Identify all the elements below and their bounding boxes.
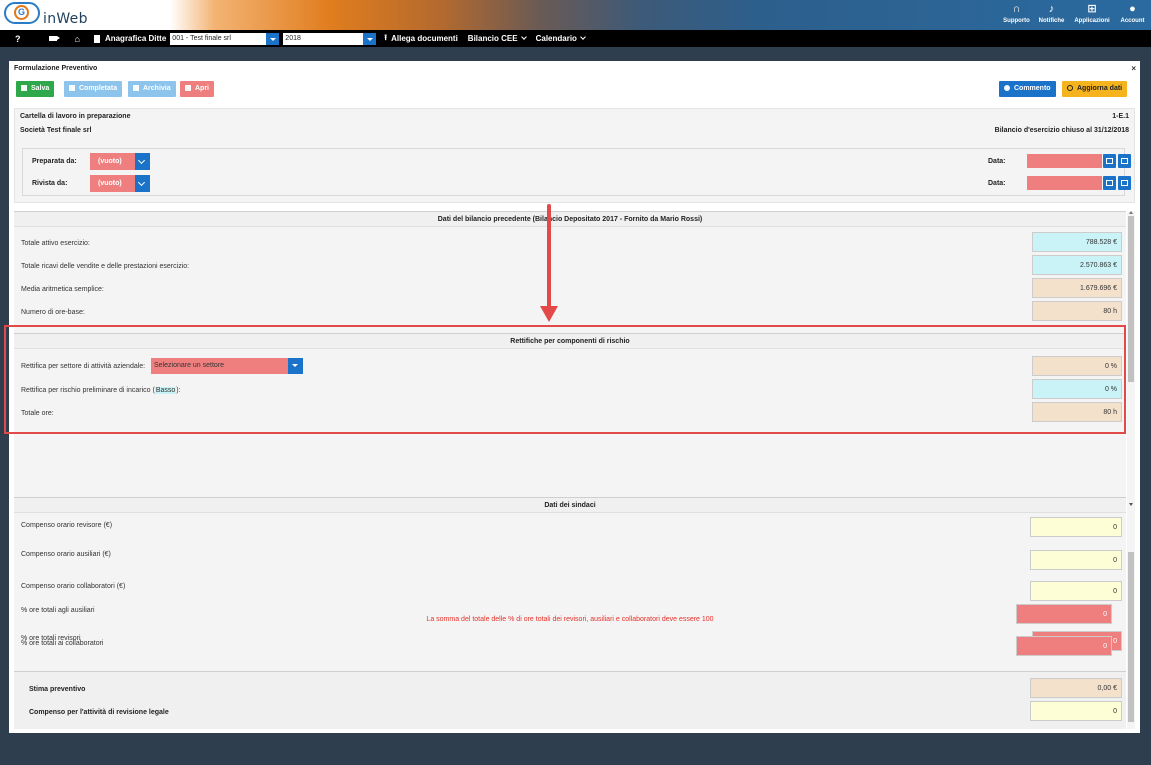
scroll-up-icon[interactable] <box>1129 211 1133 214</box>
row-label: % ore totali agli ausiliari <box>21 607 95 614</box>
totale-attivo-value: 788.528 € <box>1032 232 1122 252</box>
status-text: Cartella di lavoro in preparazione <box>20 113 131 120</box>
period-text: Bilancio d'esercizio chiuso al 31/12/201… <box>994 127 1129 134</box>
compenso-label: Compenso per l'attività di revisione leg… <box>29 709 169 716</box>
stima-section: Stima preventivo 0,00 € Compenso per l'a… <box>14 671 1126 729</box>
calendar-icon[interactable] <box>1103 154 1116 168</box>
row-label: Totale attivo esercizio: <box>21 240 90 247</box>
refresh-icon <box>1067 85 1073 91</box>
help-button[interactable]: ? <box>15 34 21 44</box>
company-name: Società Test finale srl <box>20 127 92 134</box>
row-label: Compenso orario collaboratori (€) <box>21 583 126 590</box>
archive-icon <box>133 85 139 91</box>
comment-icon <box>1004 85 1010 91</box>
folder-icon <box>185 85 191 91</box>
stima-value: 0,00 € <box>1030 678 1122 698</box>
chevron-down-icon[interactable] <box>135 175 150 192</box>
stima-label: Stima preventivo <box>29 686 86 693</box>
archivia-button[interactable]: Archivia <box>128 81 176 97</box>
annotation-arrow <box>547 204 551 310</box>
completata-button[interactable]: Completata <box>64 81 123 97</box>
calendario-menu[interactable]: Calendario <box>536 34 586 43</box>
video-icon[interactable] <box>48 36 60 41</box>
allega-documenti-menu[interactable]: ⭱ Allega documenti <box>384 32 458 46</box>
top-nav: ∩ Supporto ♪ Notifiche ⊞ Applicazioni ● … <box>998 1 1149 29</box>
top-header: G inWeb ∩ Supporto ♪ Notifiche ⊞ Applica… <box>0 0 1151 30</box>
data-label: Data: <box>988 158 1006 165</box>
row-label: Media aritmetica semplice: <box>21 286 104 293</box>
totale-ricavi-value: 2.570.863 € <box>1032 255 1122 275</box>
home-icon[interactable]: ⌂ <box>75 34 80 44</box>
close-icon[interactable]: × <box>1131 64 1136 73</box>
sindaci-header: Dati dei sindaci <box>14 497 1126 513</box>
panel-title: Formulazione Preventivo <box>14 65 98 72</box>
row-label: Compenso orario revisore (€) <box>21 522 113 529</box>
chevron-down-icon <box>580 34 586 40</box>
preparata-label: Preparata da: <box>32 158 77 165</box>
upload-icon: ⭱ <box>384 32 388 42</box>
bell-icon: ♪ <box>1048 3 1055 15</box>
aggiorna-dati-button[interactable]: Aggiorna dati <box>1062 81 1128 97</box>
content-scroll-area[interactable]: Dati del bilancio precedente (Bilancio D… <box>14 211 1126 729</box>
calendar-icon[interactable] <box>1118 154 1131 168</box>
highlight-box <box>4 325 1126 434</box>
compenso-revisore-input[interactable]: 0 <box>1030 517 1122 537</box>
inweb-logo[interactable]: G inWeb <box>4 2 124 29</box>
grid-icon: ⊞ <box>1087 3 1097 15</box>
row-label: Compenso orario ausiliari (€) <box>21 551 111 558</box>
building-icon <box>93 34 100 43</box>
save-icon <box>21 85 27 91</box>
commento-button[interactable]: Commento <box>999 81 1056 97</box>
headset-icon: ∩ <box>1012 3 1021 15</box>
menu-bar: ? ⌂ Anagrafica Ditte 001 - Test finale s… <box>0 30 1151 47</box>
chevron-down-icon[interactable] <box>135 153 150 170</box>
year-select[interactable]: 2018 <box>283 32 377 45</box>
applicazioni-button[interactable]: ⊞ Applicazioni <box>1070 1 1114 29</box>
salva-button[interactable]: Salva <box>16 81 55 97</box>
ore-base-value: 80 h <box>1032 301 1122 321</box>
user-icon: ● <box>1129 3 1136 15</box>
arrow-head-icon <box>540 306 558 322</box>
scrollbar[interactable] <box>1127 211 1135 729</box>
check-icon <box>69 85 75 91</box>
calendar-icon[interactable] <box>1118 176 1131 190</box>
preparata-date-input[interactable] <box>1027 154 1102 168</box>
chevron-down-icon <box>266 32 280 45</box>
app-name: inWeb <box>43 11 88 27</box>
scrollbar-thumb[interactable] <box>1128 216 1134 382</box>
account-button[interactable]: ● Account <box>1116 1 1149 29</box>
warning-text: La somma del totale delle % di ore total… <box>426 616 714 623</box>
company-select[interactable]: 001 - Test finale srl <box>170 32 280 45</box>
chevron-down-icon <box>363 32 377 45</box>
rivista-date-input[interactable] <box>1027 176 1102 190</box>
scroll-down-icon[interactable] <box>1129 503 1133 506</box>
scrollbar-thumb[interactable] <box>1128 552 1134 722</box>
apri-button[interactable]: Apri <box>180 81 214 97</box>
row-label: Numero di ore-base: <box>21 309 85 316</box>
chevron-down-icon <box>520 34 527 40</box>
row-label: Totale ricavi delle vendite e delle pres… <box>21 263 190 270</box>
perc-ausiliari-input[interactable]: 0 <box>1016 604 1112 624</box>
info-section: Cartella di lavoro in preparazione 1-E.1… <box>14 108 1135 203</box>
compenso-ausiliari-input[interactable]: 0 <box>1030 550 1122 570</box>
calendar-icon[interactable] <box>1103 176 1116 190</box>
row-label: % ore totali ai collaboratori <box>21 640 104 647</box>
signoff-section: Preparata da: (vuoto) Rivista da: (vuoto… <box>22 148 1131 196</box>
bilancio-cee-menu[interactable]: Bilancio CEE <box>468 34 527 43</box>
perc-collaboratori-input[interactable]: 0 <box>1016 636 1112 656</box>
media-aritmetica-value: 1.679.696 € <box>1032 278 1122 298</box>
rivista-label: Rivista da: <box>32 180 68 187</box>
data-label: Data: <box>988 180 1006 187</box>
g-logo-icon: G <box>14 5 29 20</box>
bilancio-precedente-header: Dati del bilancio precedente (Bilancio D… <box>14 211 1126 227</box>
anagrafica-ditte-menu[interactable]: Anagrafica Ditte <box>93 34 166 43</box>
compenso-input[interactable]: 0 <box>1030 701 1122 721</box>
document-code: 1-E.1 <box>1112 113 1129 120</box>
compenso-collaboratori-input[interactable]: 0 <box>1030 581 1122 601</box>
